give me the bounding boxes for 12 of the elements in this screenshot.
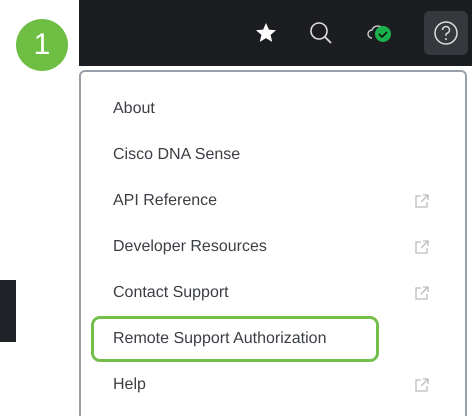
menu-item[interactable]: About: [91, 86, 457, 132]
menu-item[interactable]: Remote Support Authorization: [91, 316, 379, 362]
menu-item[interactable]: Cisco DNA Sense: [91, 132, 457, 178]
step-badge: 1: [16, 19, 68, 71]
menu-item[interactable]: Help: [91, 362, 457, 408]
dark-panel: [0, 280, 16, 342]
help-button[interactable]: [424, 11, 468, 55]
help-icon: [433, 20, 459, 46]
menu-item[interactable]: API Reference: [91, 178, 457, 224]
menu-item[interactable]: Developer Resources: [91, 224, 457, 270]
search-icon[interactable]: [308, 20, 334, 46]
menu-item[interactable]: Contact Support: [91, 270, 457, 316]
